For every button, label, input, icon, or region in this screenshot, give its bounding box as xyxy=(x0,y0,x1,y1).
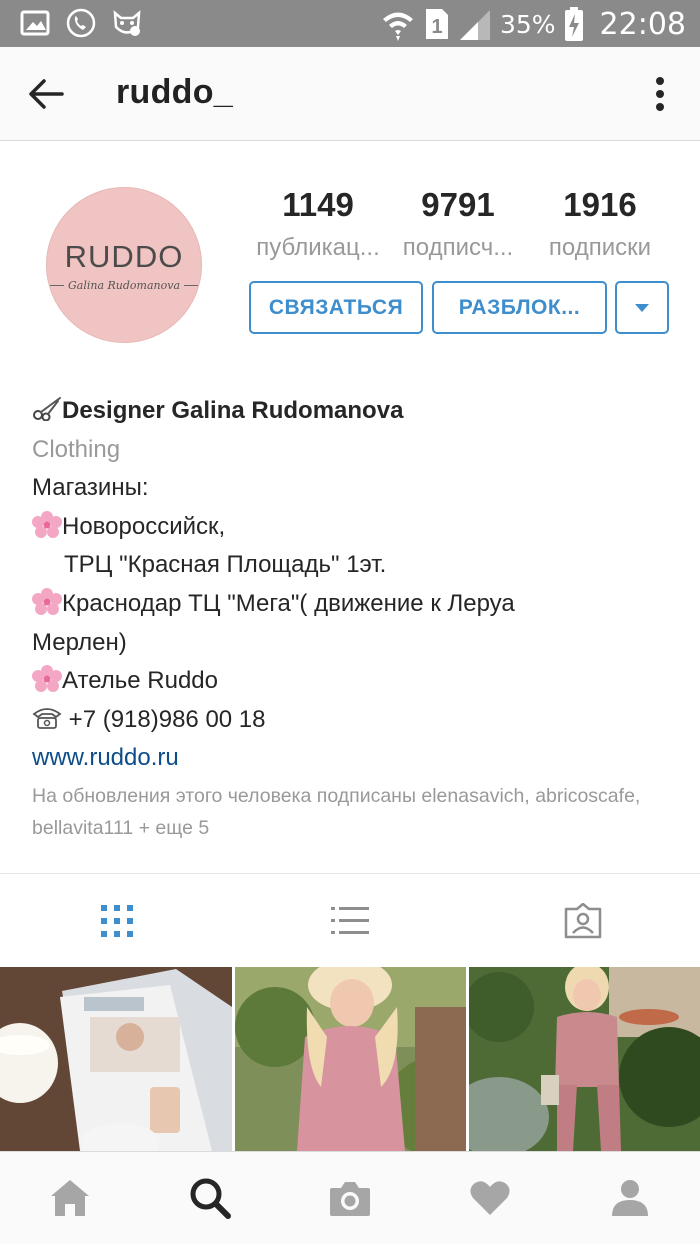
bio-city-1: Новороссийск, xyxy=(62,512,226,540)
bio-line-city-2: Краснодар ТЦ "Мега"( движение к Леруа xyxy=(32,585,672,624)
tagged-icon xyxy=(564,903,602,939)
tab-list[interactable] xyxy=(330,904,370,938)
heart-icon xyxy=(470,1181,510,1215)
sim-icon: 1 xyxy=(425,9,448,39)
more-vertical-icon xyxy=(656,77,664,85)
bio-phone[interactable]: +7 (918)986 00 18 xyxy=(69,706,266,733)
followed-by-text[interactable]: На обновления этого человека подписаны e… xyxy=(32,780,672,844)
nav-activity[interactable] xyxy=(466,1174,514,1222)
camera-icon xyxy=(330,1182,370,1216)
bio-line-city-2-cont: Мерлен) xyxy=(32,628,127,656)
stat-posts-label: публикац... xyxy=(256,234,380,261)
avatar-line-left xyxy=(49,284,64,286)
telephone-icon xyxy=(32,707,62,729)
battery-charging-icon xyxy=(564,7,583,41)
bio-atelier: Ателье Ruddo xyxy=(62,667,218,695)
stat-following-value: 1916 xyxy=(563,186,637,223)
stat-following[interactable]: 1916 подписки xyxy=(534,186,666,266)
avatar-subtitle-text: Galina Rudomanova xyxy=(67,278,181,292)
stat-followers-label: подписч... xyxy=(402,234,514,261)
post-pink-outfit-1-image xyxy=(235,967,466,1151)
bio-line-stores: Магазины: xyxy=(32,474,149,502)
more-options-button[interactable] xyxy=(648,69,672,119)
post-magazine[interactable] xyxy=(0,967,232,1151)
profile-tabs xyxy=(0,873,700,967)
unblock-button[interactable]: РАЗБЛОК... xyxy=(432,281,607,334)
cherry-blossom-icon xyxy=(32,510,62,538)
phone-sync-icon xyxy=(66,8,96,38)
options-dropdown-button[interactable] xyxy=(615,281,669,334)
bio: Designer Galina Rudomanova Clothing Мага… xyxy=(32,392,672,778)
stat-following-label: подписки xyxy=(548,234,652,261)
bio-line-phone: +7 (918)986 00 18 xyxy=(32,701,672,740)
bio-name-line: Designer Galina Rudomanova xyxy=(32,392,672,431)
search-icon xyxy=(190,1178,231,1219)
back-button[interactable] xyxy=(22,72,70,116)
post-pink-outfit-2[interactable] xyxy=(469,967,700,1151)
bio-website-link[interactable]: www.ruddo.ru xyxy=(32,739,672,778)
nav-search[interactable] xyxy=(186,1174,234,1222)
contact-button[interactable]: СВЯЗАТЬСЯ xyxy=(249,281,423,334)
tab-tagged[interactable] xyxy=(563,903,603,939)
menu-dot xyxy=(656,103,664,111)
wifi-icon xyxy=(382,12,413,41)
nav-profile[interactable] xyxy=(606,1174,654,1222)
clock: 22:08 xyxy=(599,6,686,42)
tab-grid[interactable] xyxy=(97,904,137,938)
avatar[interactable]: RUDDO Galina Rudomanova xyxy=(46,187,202,343)
home-icon xyxy=(51,1180,89,1216)
list-icon xyxy=(331,907,369,934)
post-pink-outfit-1[interactable] xyxy=(235,967,466,1151)
bio-line-atelier: Ателье Ruddo xyxy=(32,662,672,701)
stat-followers-value: 9791 xyxy=(421,186,495,223)
avatar-line-right xyxy=(184,284,199,286)
sim-slot-number: 1 xyxy=(431,16,442,38)
caret-down-icon xyxy=(635,303,649,312)
status-bar: 1 35% 22:08 xyxy=(0,0,700,47)
cherry-blossom-icon xyxy=(32,587,62,615)
bio-city-2: Краснодар ТЦ "Мега"( движение к Леруа xyxy=(62,589,515,617)
avatar-subtitle: Galina Rudomanova xyxy=(49,278,199,292)
bottom-navigation xyxy=(0,1151,700,1244)
page-title: ruddo_ xyxy=(116,73,234,111)
gallery-icon xyxy=(20,10,50,36)
cat-app-icon xyxy=(113,10,141,36)
battery-percent: 35% xyxy=(499,9,556,39)
grid-icon xyxy=(101,905,133,937)
nav-camera[interactable] xyxy=(326,1174,374,1222)
avatar-brand-text: RUDDO xyxy=(64,238,184,274)
profile-icon xyxy=(612,1180,648,1216)
nav-home[interactable] xyxy=(46,1174,94,1222)
stat-posts[interactable]: 1149 публикац... xyxy=(248,186,388,266)
post-magazine-image xyxy=(0,967,232,1151)
post-pink-outfit-2-image xyxy=(469,967,700,1151)
bio-category: Clothing xyxy=(32,435,121,463)
arrow-left-icon xyxy=(29,79,64,109)
stat-posts-value: 1149 xyxy=(282,186,354,223)
photo-grid xyxy=(0,967,700,1151)
scissors-icon xyxy=(33,397,61,422)
bio-name: Designer Galina Rudomanova xyxy=(62,397,404,424)
menu-dot xyxy=(656,90,664,98)
cherry-blossom-icon xyxy=(32,665,62,693)
stat-followers[interactable]: 9791 подписч... xyxy=(388,186,528,266)
signal-icon xyxy=(459,10,490,40)
action-bar: ruddo_ xyxy=(0,47,700,141)
bio-line-city-1: Новороссийск, xyxy=(32,508,672,547)
bio-line-mall-1: ТРЦ "Красная Площадь" 1эт. xyxy=(64,551,387,579)
